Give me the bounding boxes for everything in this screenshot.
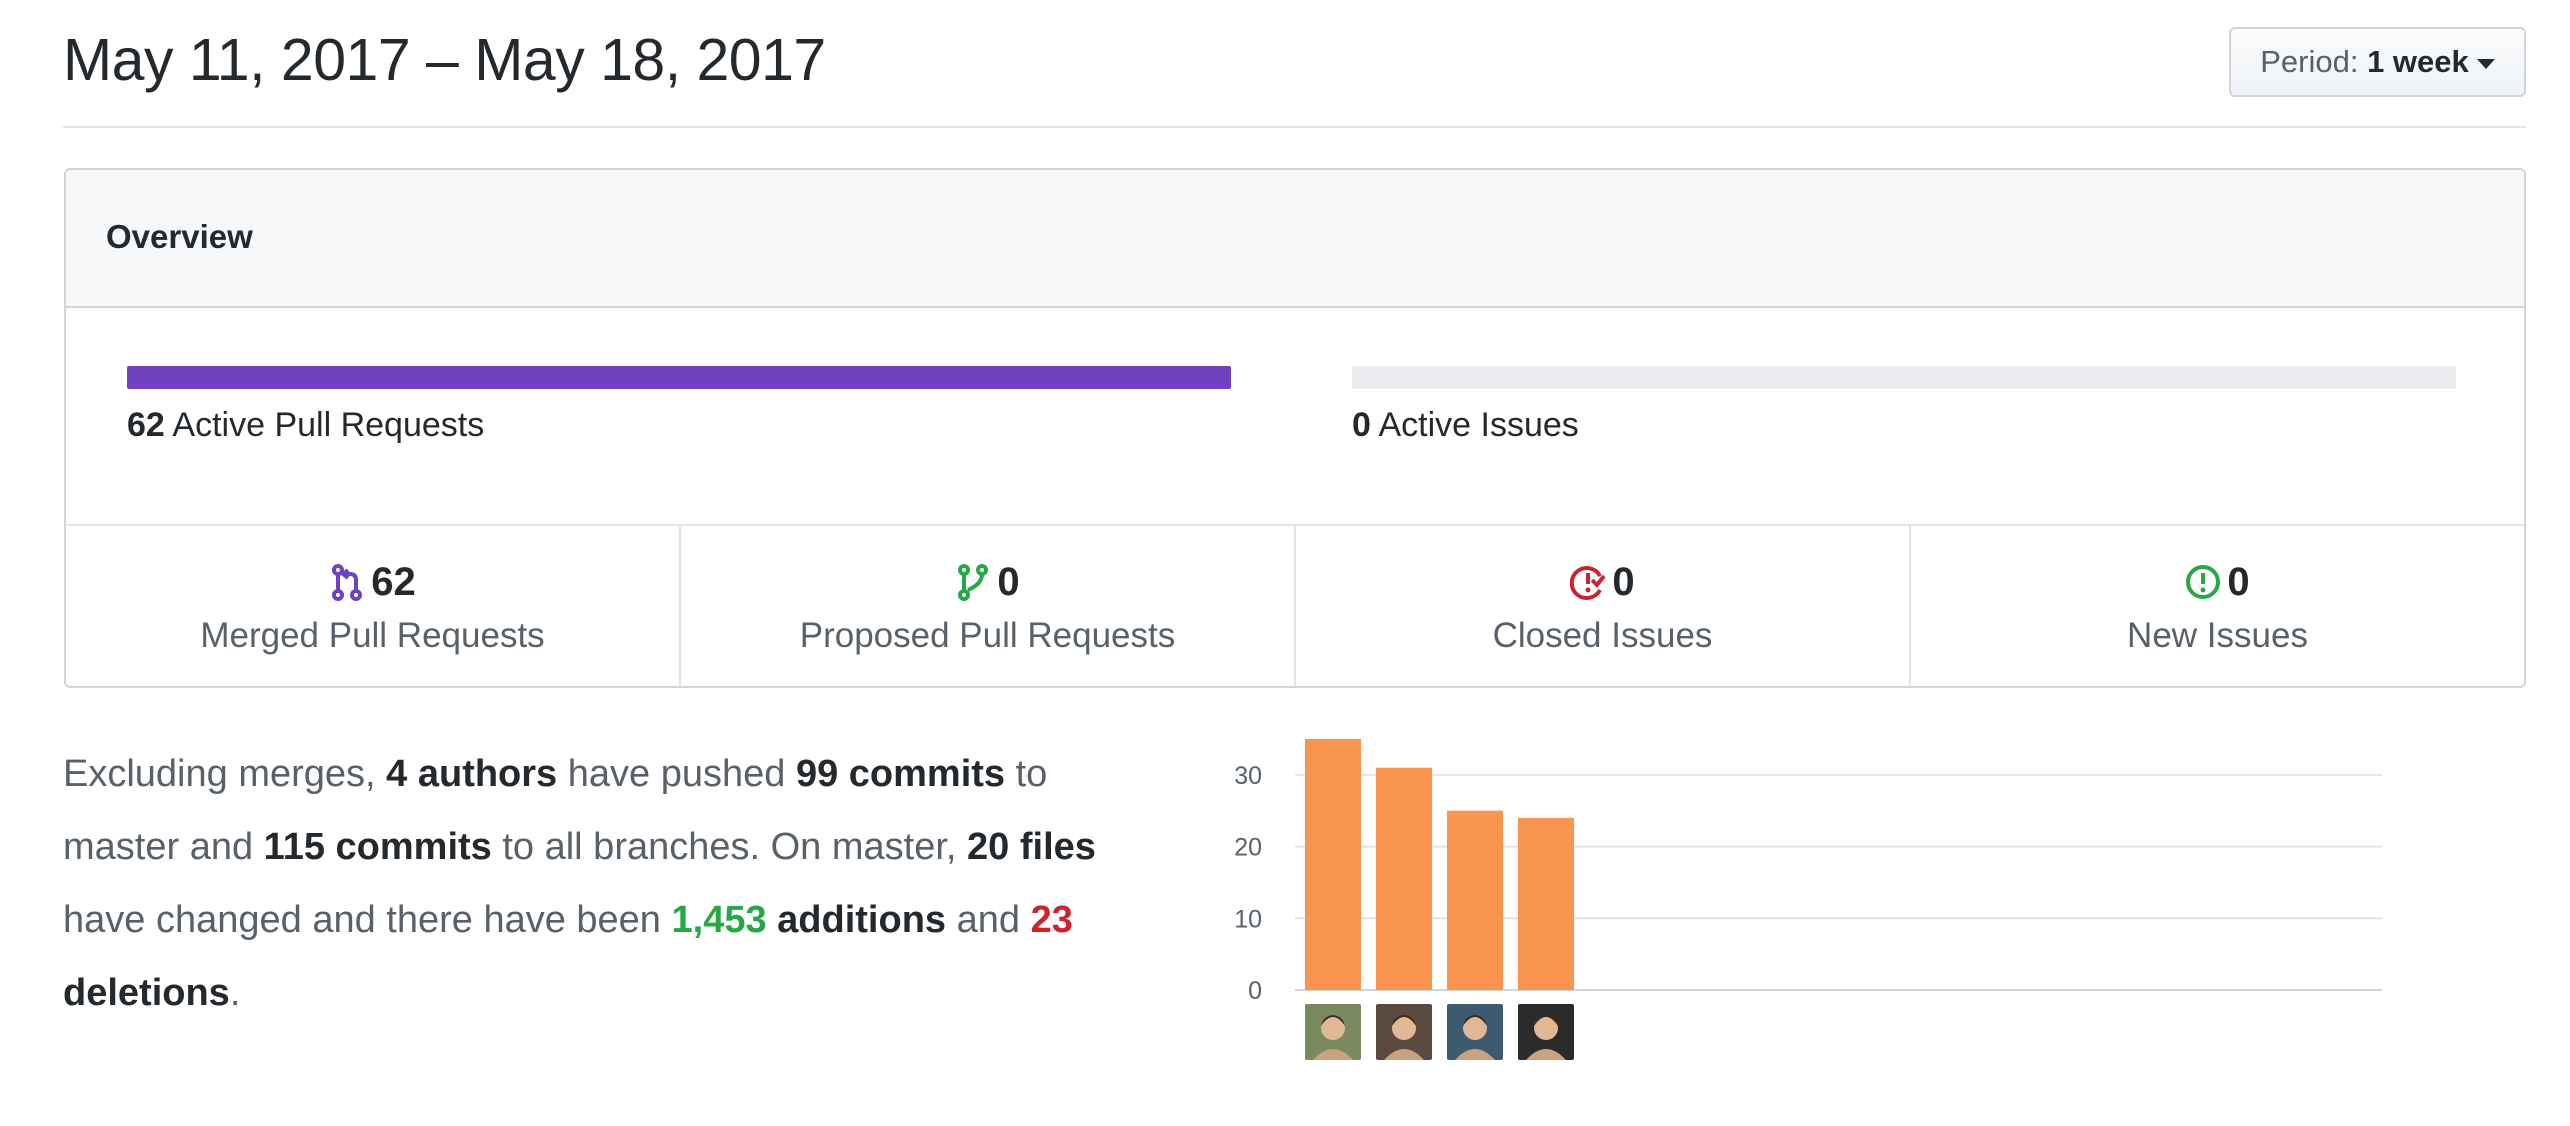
author-avatar-4[interactable]: [1518, 1004, 1574, 1060]
new-issues-stat[interactable]: 0 New Issues: [1911, 526, 2524, 686]
closed-issues-stat[interactable]: 0 Closed Issues: [1296, 526, 1911, 686]
page-header: May 11, 2017 – May 18, 2017 Period: 1 we…: [63, 0, 2526, 128]
git-pull-request-icon: [958, 564, 989, 601]
avatar-face-icon: [1455, 1015, 1495, 1060]
bar-chart-svg: 0 10 20 30: [1234, 739, 2382, 1000]
period-label: Period:: [2260, 44, 2359, 79]
active-issues-label: Active Issues: [1378, 406, 1579, 444]
new-issues-label: New Issues: [2127, 616, 2308, 655]
commit-bar[interactable]: [1305, 739, 1361, 990]
master-commits-count: 99 commits: [795, 753, 1006, 795]
proposed-prs-label: Proposed Pull Requests: [799, 616, 1176, 655]
new-issues-count: 0: [2227, 559, 2250, 604]
summary-text: Excluding merges,: [63, 753, 387, 795]
period-dropdown-button[interactable]: Period: 1 week: [2229, 27, 2526, 97]
active-issues-count: 0: [1352, 406, 1371, 444]
overview-panel: Overview 62 Active Pull Requests 0 Activ…: [64, 168, 2526, 688]
period-value: 1 week: [2367, 44, 2469, 79]
additions-count: 1,453: [671, 899, 767, 941]
commit-bar[interactable]: [1376, 767, 1432, 990]
date-range-title: May 11, 2017 – May 18, 2017: [63, 27, 826, 93]
active-prs-summary[interactable]: 62 Active Pull Requests: [127, 406, 484, 445]
summary-text: .: [229, 972, 241, 1014]
authors-count: 4 authors: [386, 753, 558, 795]
merged-prs-label: Merged Pull Requests: [200, 616, 545, 655]
summary-text: to all branches. On master,: [491, 826, 968, 868]
proposed-prs-count: 0: [997, 559, 1020, 604]
overview-header: Overview: [66, 170, 2524, 308]
issue-closed-icon: [1570, 566, 1606, 600]
active-prs-count: 62: [127, 406, 165, 444]
stats-row: 62 Merged Pull Requests 0 Proposed Pull …: [66, 526, 2524, 686]
caret-down-icon: [2476, 58, 2495, 69]
files-changed-count: 20 files: [967, 826, 1096, 868]
merged-prs-stat[interactable]: 62 Merged Pull Requests: [66, 526, 681, 686]
additions-label: additions: [766, 899, 947, 941]
author-avatar-3[interactable]: [1447, 1004, 1503, 1060]
y-tick-label: 0: [1248, 977, 1262, 1000]
closed-issues-count: 0: [1612, 559, 1635, 604]
active-issues-bar: [1352, 366, 2456, 389]
active-issues-summary[interactable]: 0 Active Issues: [1352, 406, 1579, 445]
deletions-label: deletions: [63, 972, 230, 1014]
commit-bar[interactable]: [1518, 817, 1574, 990]
avatar-face-icon: [1384, 1015, 1424, 1060]
commit-summary: Excluding merges, 4 authors have pushed …: [63, 738, 1143, 1030]
author-avatar-2[interactable]: [1376, 1004, 1432, 1060]
active-prs-bar: [127, 366, 1231, 389]
activity-bars: 62 Active Pull Requests 0 Active Issues: [66, 308, 2524, 526]
active-prs-label: Active Pull Requests: [172, 406, 485, 444]
deletions-count: 23: [1030, 899, 1073, 941]
y-tick-label: 10: [1234, 905, 1262, 933]
issue-opened-icon: [2186, 565, 2221, 599]
closed-issues-label: Closed Issues: [1492, 616, 1713, 655]
active-prs-bar-fill: [127, 366, 1231, 389]
merged-prs-count: 62: [371, 559, 416, 604]
commit-bar[interactable]: [1447, 810, 1503, 990]
y-tick-label: 30: [1234, 762, 1262, 790]
overview-title: Overview: [106, 218, 253, 255]
proposed-prs-stat[interactable]: 0 Proposed Pull Requests: [681, 526, 1296, 686]
avatar-face-icon: [1313, 1015, 1353, 1060]
all-branches-commits-count: 115 commits: [263, 826, 492, 868]
y-tick-label: 20: [1234, 834, 1262, 862]
author-avatar-1[interactable]: [1305, 1004, 1361, 1060]
git-merge-icon: [332, 564, 363, 601]
summary-text: have changed and there have been: [63, 899, 672, 941]
avatar-face-icon: [1526, 1015, 1566, 1060]
summary-text: have pushed: [557, 753, 796, 795]
summary-text: and: [946, 899, 1031, 941]
